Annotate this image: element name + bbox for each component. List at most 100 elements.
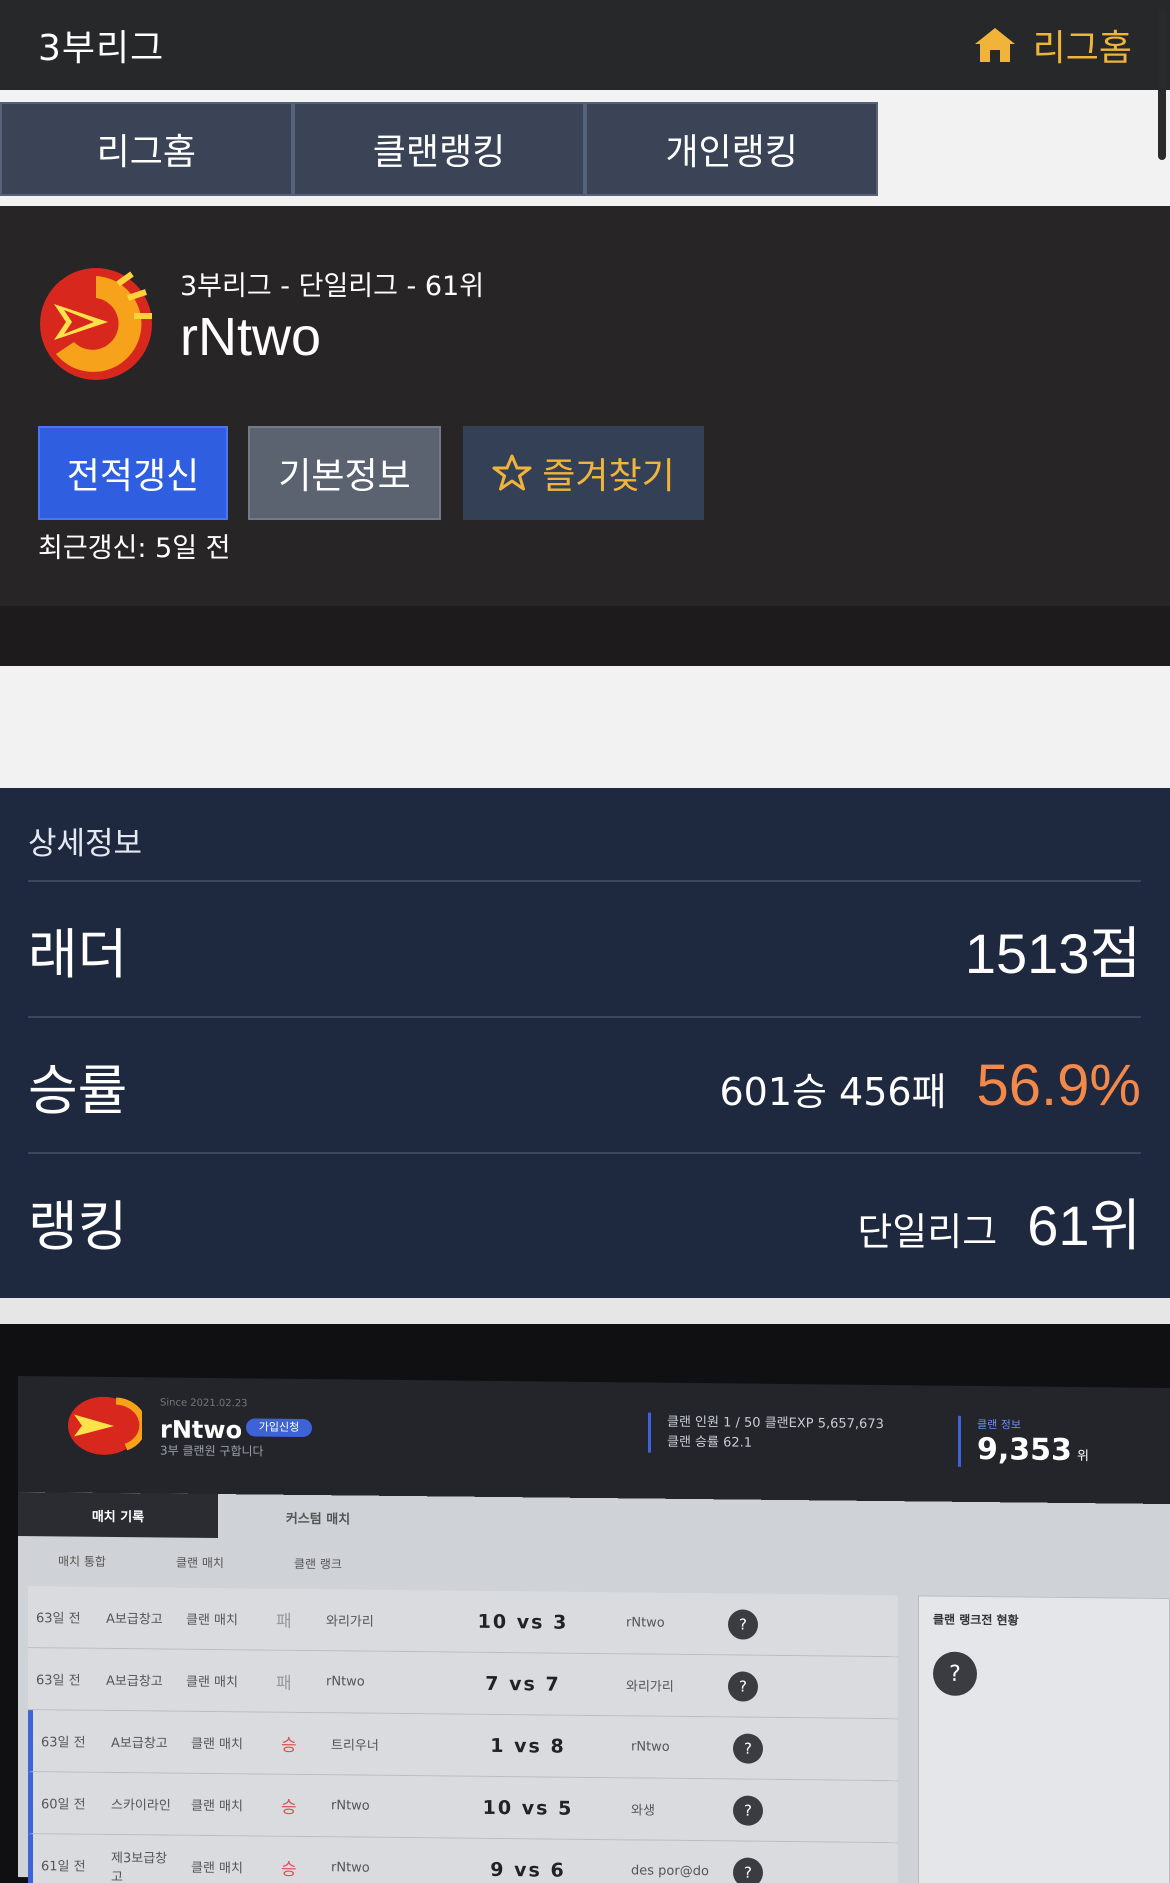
help-icon[interactable]: ? bbox=[733, 1856, 763, 1883]
team-b: rNtwo bbox=[631, 1739, 670, 1755]
league-home-link[interactable]: 리그홈 bbox=[973, 19, 1132, 71]
match-list: 63일 전 A보급창고 클랜 매치 패 와리가리 10 vs 3 rNtwo ?… bbox=[28, 1586, 898, 1883]
match-map: A보급창고 bbox=[111, 1735, 168, 1752]
tab-personal-ranking[interactable]: 개인랭킹 bbox=[585, 102, 879, 196]
clan-since: Since 2021.02.23 bbox=[160, 1397, 248, 1410]
star-icon bbox=[492, 454, 532, 491]
match-date: 63일 전 bbox=[36, 1673, 81, 1689]
detail-panel: 상세정보 래더 1513점 승률 601승 456패 56.9% 랭킹 단일리그… bbox=[0, 788, 1170, 1298]
clan-rank-side-panel: 클랜 랭크전 현황 ? bbox=[918, 1595, 1170, 1883]
score-vs: vs bbox=[514, 1734, 542, 1757]
ladder-row: 래더 1513점 bbox=[28, 880, 1141, 1016]
ladder-label: 래더 bbox=[28, 922, 128, 986]
league-tabs: 리그홈 클랜랭킹 개인랭킹 bbox=[0, 102, 879, 196]
help-icon[interactable]: ? bbox=[733, 1732, 763, 1764]
help-icon[interactable]: ? bbox=[728, 1608, 758, 1640]
match-score: 7 vs 7 bbox=[428, 1672, 618, 1696]
match-map: 제3보급창고 bbox=[111, 1850, 168, 1883]
match-result: 패 bbox=[276, 1611, 292, 1632]
match-row[interactable]: 63일 전 A보급창고 클랜 매치 패 와리가리 10 vs 3 rNtwo ? bbox=[28, 1586, 898, 1658]
score-vs: vs bbox=[521, 1796, 550, 1820]
match-date: 63일 전 bbox=[36, 1611, 81, 1627]
basic-info-button[interactable]: 기본정보 bbox=[248, 426, 441, 520]
clan-stats: 클랜 인원 1 / 50 클랜EXP 5,657,673 클랜 승률 62.1 bbox=[648, 1412, 884, 1456]
clan-subtitle: 3부 클랜원 구합니다 bbox=[160, 1443, 264, 1459]
favorite-button[interactable]: 즐겨찾기 bbox=[463, 426, 704, 520]
match-row[interactable]: 63일 전 A보급창고 클랜 매치 패 rNtwo 7 vs 7 와리가리 ? bbox=[28, 1648, 898, 1720]
ranking-value: 61위 bbox=[1027, 1193, 1141, 1257]
score-a: 10 bbox=[482, 1796, 514, 1819]
team-b: 와생 bbox=[631, 1803, 655, 1819]
match-type: 클랜 매치 bbox=[186, 1674, 238, 1691]
team-a: 트리우너 bbox=[331, 1738, 379, 1754]
team-a: rNtwo bbox=[326, 1674, 365, 1690]
match-type: 클랜 매치 bbox=[191, 1798, 243, 1815]
top-bar: 3부리그 리그홈 bbox=[0, 0, 1170, 90]
update-record-button[interactable]: 전적갱신 bbox=[38, 426, 228, 520]
home-icon bbox=[974, 28, 1015, 62]
subtab-all[interactable]: 매치 통합 bbox=[58, 1552, 106, 1570]
match-type: 클랜 매치 bbox=[186, 1612, 238, 1629]
score-a: 9 bbox=[490, 1858, 506, 1881]
win-loss-record: 601승 456패 bbox=[719, 1069, 947, 1114]
winrate-row: 승률 601승 456패 56.9% bbox=[28, 1016, 1141, 1152]
profile-footer bbox=[0, 606, 1170, 666]
score-vs: vs bbox=[516, 1610, 545, 1633]
side-panel-title: 클랜 랭크전 현황 bbox=[933, 1612, 1019, 1628]
score-vs: vs bbox=[514, 1858, 542, 1881]
match-result: 승 bbox=[281, 1735, 297, 1756]
ranking-row: 랭킹 단일리그 61위 bbox=[28, 1152, 1141, 1288]
home-link-label: 리그홈 bbox=[1032, 28, 1132, 69]
detail-heading: 상세정보 bbox=[28, 826, 143, 862]
ranking-league: 단일리그 bbox=[857, 1209, 998, 1254]
help-icon[interactable]: ? bbox=[933, 1651, 977, 1697]
clan-rank-label: 클랜 정보 bbox=[977, 1418, 1021, 1432]
team-b: 와리가리 bbox=[626, 1679, 674, 1695]
help-icon[interactable]: ? bbox=[728, 1670, 758, 1702]
ranking-label: 랭킹 bbox=[28, 1194, 128, 1258]
winrate-percent: 56.9% bbox=[976, 1052, 1141, 1118]
tab-match-history[interactable]: 매치 기록 bbox=[18, 1491, 218, 1539]
league-title: 3부리그 bbox=[38, 28, 165, 69]
tab-custom-match[interactable]: 커스텀 매치 bbox=[218, 1494, 418, 1540]
match-score: 9 vs 6 bbox=[433, 1858, 623, 1882]
team-a: rNtwo bbox=[331, 1860, 370, 1876]
subtab-clan-match[interactable]: 클랜 매치 bbox=[176, 1554, 224, 1572]
help-icon[interactable]: ? bbox=[733, 1794, 763, 1826]
section-divider bbox=[0, 1298, 1170, 1324]
clan-logo bbox=[40, 268, 152, 380]
clan-rank-box: 클랜 정보 9,353 위 bbox=[958, 1415, 1089, 1469]
join-request-badge[interactable]: 가입신청 bbox=[246, 1418, 312, 1438]
match-row[interactable]: 61일 전 제3보급창고 클랜 매치 승 rNtwo 9 vs 6 des po… bbox=[28, 1834, 898, 1883]
score-vs: vs bbox=[509, 1672, 537, 1695]
tab-clan-ranking[interactable]: 클랜랭킹 bbox=[292, 102, 586, 196]
clan-name: rNtwo bbox=[180, 307, 322, 367]
match-result: 패 bbox=[276, 1673, 292, 1694]
clan-rank-unit: 위 bbox=[1077, 1449, 1089, 1465]
tab-league-home[interactable]: 리그홈 bbox=[0, 102, 293, 196]
match-result: 승 bbox=[281, 1859, 297, 1880]
match-row[interactable]: 63일 전 A보급창고 클랜 매치 승 트리우너 1 vs 8 rNtwo ? bbox=[28, 1710, 898, 1782]
match-result: 승 bbox=[281, 1797, 297, 1818]
match-date: 63일 전 bbox=[41, 1735, 86, 1751]
score-b: 5 bbox=[558, 1797, 574, 1820]
score-b: 7 bbox=[545, 1672, 561, 1696]
subtab-clan-rank[interactable]: 클랜 랭크 bbox=[294, 1555, 342, 1573]
screenshot-photo: Since 2021.02.23 rNtwo 가입신청 3부 클랜원 구합니다 … bbox=[0, 1324, 1170, 1883]
monitor-subtabs: 매치 통합 클랜 매치 클랜 랭크 bbox=[58, 1552, 342, 1572]
score-b: 3 bbox=[553, 1611, 569, 1634]
match-date: 61일 전 bbox=[41, 1859, 86, 1875]
score-a: 1 bbox=[490, 1734, 506, 1757]
match-score: 10 vs 3 bbox=[428, 1610, 618, 1634]
last-updated-text: 최근갱신: 5일 전 bbox=[38, 533, 231, 564]
clan-logo-small bbox=[68, 1396, 142, 1455]
monitor-clan-name: rNtwo bbox=[160, 1415, 243, 1445]
score-b: 8 bbox=[550, 1735, 566, 1758]
scrollbar[interactable] bbox=[1158, 10, 1166, 160]
score-a: 7 bbox=[485, 1672, 501, 1695]
team-a: rNtwo bbox=[331, 1798, 370, 1814]
clan-stats-line1: 클랜 인원 1 / 50 클랜EXP 5,657,673 bbox=[667, 1414, 884, 1433]
clan-stats-line2: 클랜 승률 62.1 bbox=[667, 1434, 753, 1451]
match-row[interactable]: 60일 전 스카이라인 클랜 매치 승 rNtwo 10 vs 5 와생 ? bbox=[28, 1772, 898, 1844]
clan-profile: 3부리그 - 단일리그 - 61위 rNtwo 전적갱신 기본정보 즐겨찾기 최… bbox=[0, 206, 1170, 606]
